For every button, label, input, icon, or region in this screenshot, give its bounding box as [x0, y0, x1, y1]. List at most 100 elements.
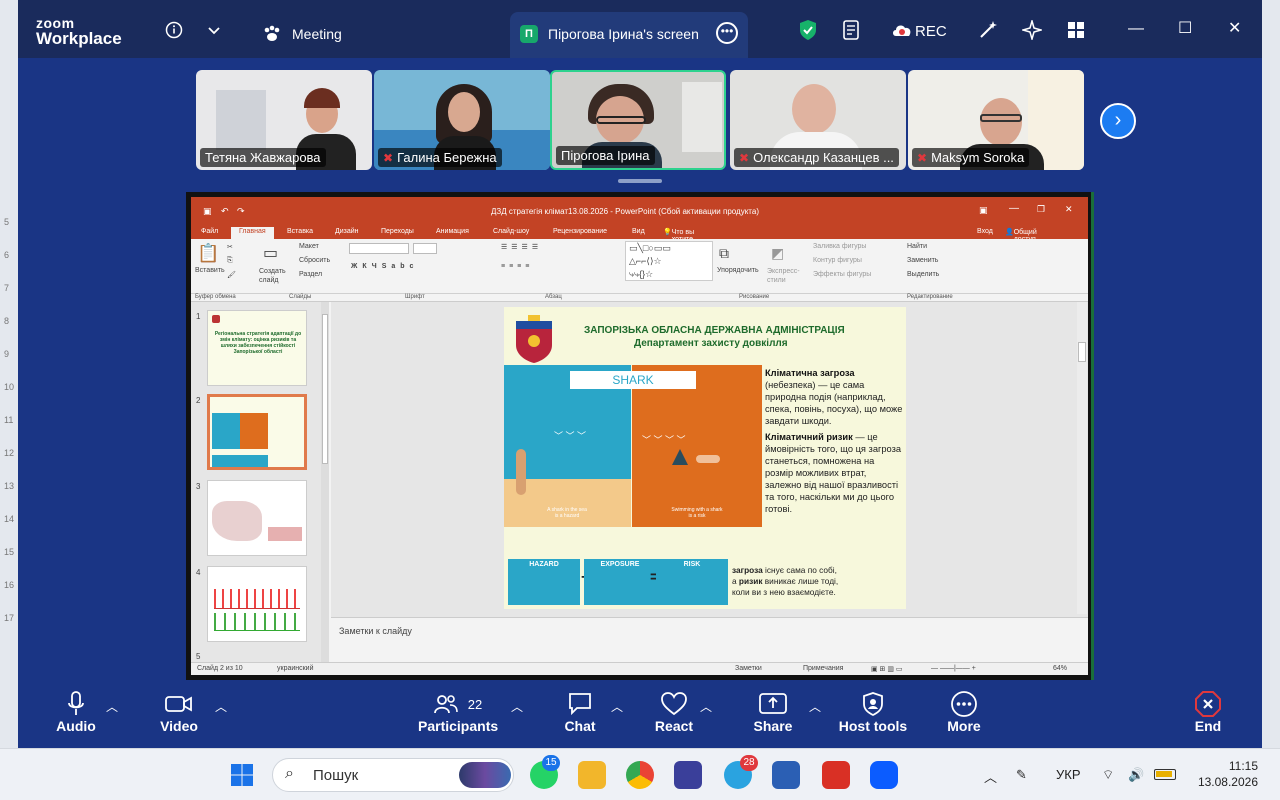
pp-close-icon[interactable]: ✕: [1065, 204, 1073, 215]
minimize-icon[interactable]: —: [1128, 20, 1144, 38]
chrome-icon[interactable]: [626, 761, 654, 789]
shape-fill-button[interactable]: Заливка фигуры: [813, 243, 866, 250]
list-icons[interactable]: ☰☰☰☰: [501, 243, 542, 251]
replace-button[interactable]: Заменить: [907, 257, 938, 264]
tab-slideshow[interactable]: Слайд-шоу: [493, 228, 529, 235]
participant-tile[interactable]: ✖ Maksym Soroka: [908, 70, 1084, 170]
language-indicator[interactable]: украинский: [277, 665, 314, 672]
comments-toggle[interactable]: Примечания: [803, 665, 843, 672]
notes-pane[interactable]: Заметки к слайду: [331, 617, 1088, 662]
battery-icon[interactable]: [1154, 769, 1176, 780]
tab-design[interactable]: Дизайн: [335, 228, 359, 235]
current-slide[interactable]: ЗАПОРІЗЬКА ОБЛАСНА ДЕРЖАВНА АДМІНІСТРАЦІ…: [504, 307, 906, 609]
react-button[interactable]: React: [650, 690, 698, 744]
video-options-caret-icon[interactable]: ︿: [215, 698, 227, 715]
shared-screen[interactable]: ▣ ↶ ↷ ДЗД стратегія клімат13.08.2026 - P…: [186, 192, 1094, 680]
pdf-editor-icon[interactable]: [822, 761, 850, 789]
tab-review[interactable]: Рецензирование: [553, 228, 607, 235]
layout-button[interactable]: Макет: [299, 243, 319, 250]
share-options-caret-icon[interactable]: ︿: [809, 698, 821, 715]
maximize-icon[interactable]: ☐: [1178, 18, 1192, 38]
section-button[interactable]: Раздел: [299, 271, 322, 278]
next-participants-arrow-icon[interactable]: ›: [1100, 103, 1136, 139]
tell-me-box[interactable]: 💡 Что вы хотите сделать?: [663, 228, 702, 250]
slide-thumbnail-4[interactable]: [207, 566, 307, 642]
tab-file[interactable]: Файл: [201, 228, 218, 235]
new-slide-button[interactable]: Создать слайд: [259, 267, 291, 285]
zoom-slider[interactable]: — ——|—— +: [931, 665, 976, 672]
pp-restore-icon[interactable]: ❐: [1037, 204, 1045, 215]
participant-tile[interactable]: Тетяна Жавжарова: [196, 70, 372, 170]
more-options-icon[interactable]: •••: [716, 22, 738, 44]
word-icon[interactable]: [772, 761, 800, 789]
share-screen-button[interactable]: Share: [749, 690, 797, 744]
captions-icon[interactable]: [840, 18, 864, 42]
align-icons[interactable]: ≡≡≡≡: [501, 263, 533, 270]
chat-options-caret-icon[interactable]: ︿: [611, 698, 623, 715]
chat-button[interactable]: Chat: [556, 690, 604, 744]
quick-styles-icon[interactable]: ◩: [771, 245, 784, 262]
notes-toggle[interactable]: Заметки: [735, 665, 762, 672]
ribbon-options-icon[interactable]: ▣: [979, 205, 988, 216]
view-buttons[interactable]: ▣ ⊞ ▥ ▭: [871, 665, 903, 673]
wifi-icon[interactable]: ⌔: [1102, 767, 1114, 783]
font-name-input[interactable]: [349, 243, 409, 254]
slide-thumbnail-2-selected[interactable]: [207, 394, 307, 470]
new-slide-icon[interactable]: ▭: [263, 243, 278, 263]
tab-animation[interactable]: Анимация: [436, 228, 469, 235]
save-icon[interactable]: ▣: [203, 206, 212, 217]
shapes-gallery[interactable]: ▭╲□○▭▭ △⌐⌐⟨⟩☆ ⤷⤷{}☆: [625, 241, 713, 281]
screen-share-tab[interactable]: П Пірогова Ірина's screen •••: [510, 12, 748, 58]
cloud-record-icon[interactable]: [890, 18, 914, 42]
gallery-resize-handle[interactable]: [618, 179, 662, 183]
tab-insert[interactable]: Вставка: [287, 228, 313, 235]
format-painter-icon[interactable]: 🖌: [227, 271, 236, 279]
share-button[interactable]: 👤 Общий доступ: [1005, 228, 1037, 243]
sign-in-link[interactable]: Вход: [977, 228, 993, 235]
shape-outline-button[interactable]: Контур фигуры: [813, 257, 862, 264]
quick-styles-button[interactable]: Экспресс-стили: [767, 267, 807, 285]
magic-wand-icon[interactable]: [976, 18, 1000, 42]
tab-view[interactable]: Вид: [632, 228, 645, 235]
paste-icon[interactable]: 📋: [197, 243, 219, 264]
tab-home[interactable]: Главная: [231, 227, 274, 239]
language-indicator[interactable]: УКР: [1056, 767, 1081, 782]
participant-tile[interactable]: ✖ Олександр Казанцев ...: [730, 70, 906, 170]
audio-button[interactable]: Audio: [50, 690, 102, 744]
cut-icon[interactable]: ✂: [227, 243, 233, 251]
tab-transitions[interactable]: Переходы: [381, 228, 414, 235]
copy-icon[interactable]: ⎘: [227, 257, 233, 265]
slide-scrollbar[interactable]: [1077, 302, 1087, 614]
react-options-caret-icon[interactable]: ︿: [700, 698, 712, 715]
end-meeting-button[interactable]: End: [1186, 690, 1230, 744]
undo-icon[interactable]: ↶: [221, 206, 229, 217]
taskbar-search[interactable]: ⌕ Пошук: [272, 758, 514, 792]
participant-tile-active-speaker[interactable]: Пірогова Ірина: [550, 70, 726, 170]
reset-button[interactable]: Сбросить: [299, 257, 330, 264]
participants-options-caret-icon[interactable]: ︿: [511, 698, 523, 715]
shield-check-icon[interactable]: [796, 18, 820, 42]
clock[interactable]: 11:15 13.08.2026: [1196, 758, 1258, 790]
record-label[interactable]: REC: [915, 23, 947, 40]
zoom-app-icon[interactable]: [870, 761, 898, 789]
select-button[interactable]: Выделить: [907, 271, 939, 278]
info-icon[interactable]: [162, 18, 186, 42]
video-button[interactable]: Video: [153, 690, 205, 744]
slide-thumbnail-1[interactable]: Регіональна стратегія адаптації до змін …: [207, 310, 307, 386]
arrange-icon[interactable]: ⧉: [719, 245, 729, 262]
shape-effects-button[interactable]: Эффекты фигуры: [813, 271, 871, 278]
participant-tile[interactable]: ✖ Галина Бережна: [374, 70, 550, 170]
participants-button[interactable]: 22 Participants: [418, 690, 498, 744]
volume-icon[interactable]: 🔊: [1128, 767, 1144, 783]
font-format-icons[interactable]: ЖКЧSabc: [351, 263, 418, 270]
zoom-level[interactable]: 64%: [1053, 665, 1067, 672]
thumb-scrollbar[interactable]: [321, 302, 329, 662]
meeting-tab[interactable]: Meeting: [292, 26, 342, 42]
font-size-input[interactable]: [413, 243, 437, 254]
slide-thumbnail-3[interactable]: [207, 480, 307, 556]
pen-input-icon[interactable]: ✎: [1016, 767, 1027, 783]
paste-button[interactable]: Вставить: [195, 267, 225, 274]
sparkle-ai-icon[interactable]: [1020, 18, 1044, 42]
host-tools-button[interactable]: Host tools: [836, 690, 910, 744]
find-button[interactable]: Найти: [907, 243, 927, 250]
